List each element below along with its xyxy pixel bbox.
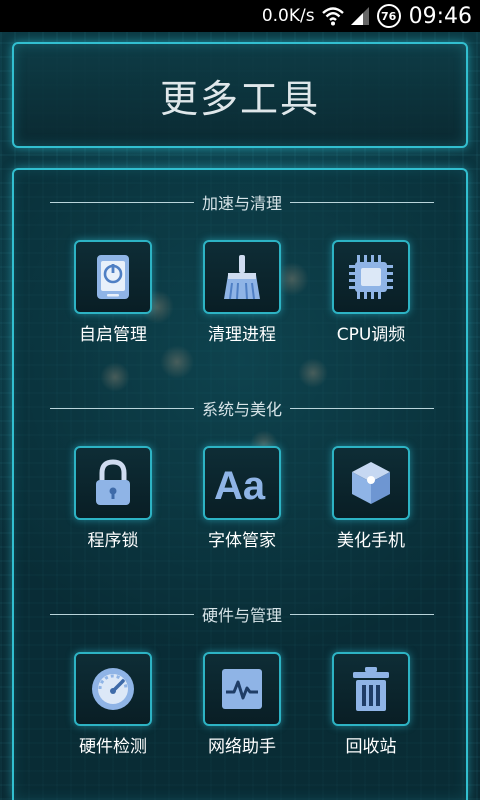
section-header-speed-clean: 加速与清理 (50, 190, 435, 214)
font-aa-icon: Aa (214, 464, 266, 505)
cube-icon (352, 462, 390, 504)
tool-label: 硬件检测 (79, 737, 147, 757)
clock: 09:46 (408, 3, 472, 29)
tool-label: CPU调频 (336, 325, 406, 345)
net-speed: 0.0K/s (261, 6, 315, 26)
tool-icon-box (74, 240, 152, 314)
tool-icon-box (332, 652, 410, 726)
tool-icon-box: Aa (203, 446, 281, 520)
tool-hardware-check[interactable]: 硬件检测 (58, 652, 168, 762)
section-title: 硬件与管理 (202, 606, 283, 625)
startup-phone-icon (97, 255, 129, 299)
tools-panel: 加速与清理 自启管理 清理进程 CPU调频 系统与美化 程序锁 Aa 字体管家 … (12, 168, 468, 800)
padlock-icon (96, 459, 130, 505)
pulse-monitor-icon (222, 669, 262, 709)
wifi-icon (321, 5, 344, 27)
tool-app-lock[interactable]: 程序锁 (58, 446, 168, 556)
section-title: 加速与清理 (202, 194, 283, 213)
section-header-hardware-manage: 硬件与管理 (50, 602, 435, 626)
tool-icon-box (74, 446, 152, 520)
tool-label: 美化手机 (337, 531, 405, 551)
section-header-system-beautify: 系统与美化 (50, 396, 435, 420)
tool-clean-process[interactable]: 清理进程 (187, 240, 297, 350)
tool-recycle-bin[interactable]: 回收站 (316, 652, 426, 762)
tool-cpu-frequency[interactable]: CPU调频 (316, 240, 426, 350)
divider-line (50, 407, 194, 409)
title-panel: 更多工具 (12, 42, 468, 148)
section-title: 系统与美化 (202, 400, 283, 419)
tool-network-assistant[interactable]: 网络助手 (187, 652, 297, 762)
tool-label: 程序锁 (87, 531, 139, 551)
tool-label: 回收站 (345, 737, 397, 757)
divider-line (50, 613, 194, 615)
divider-line (290, 407, 435, 409)
broom-icon (224, 255, 260, 300)
tool-label: 网络助手 (208, 737, 276, 757)
trash-bin-icon (353, 667, 389, 711)
status-bar: 0.0K/s 76 09:46 (0, 0, 480, 32)
tool-icon-box (332, 240, 410, 314)
tool-label: 清理进程 (208, 325, 276, 345)
tool-label: 自启管理 (79, 325, 147, 345)
svg-text:Aa: Aa (214, 464, 266, 505)
cpu-chip-icon (349, 255, 393, 299)
battery-icon: 76 (376, 4, 401, 28)
tool-icon-box (203, 240, 281, 314)
divider-line (50, 201, 194, 203)
tool-font-manager[interactable]: Aa 字体管家 (187, 446, 297, 556)
tool-label: 字体管家 (208, 531, 276, 551)
tool-icon-box (203, 652, 281, 726)
page-title: 更多工具 (159, 76, 320, 121)
divider-line (290, 201, 435, 203)
signal-icon (349, 5, 371, 27)
tool-icon-box (332, 446, 410, 520)
tool-icon-box (74, 652, 152, 726)
tool-startup-manager[interactable]: 自启管理 (58, 240, 168, 350)
speedometer-icon (92, 668, 134, 710)
divider-line (290, 613, 435, 615)
tool-beautify-phone[interactable]: 美化手机 (316, 446, 426, 556)
